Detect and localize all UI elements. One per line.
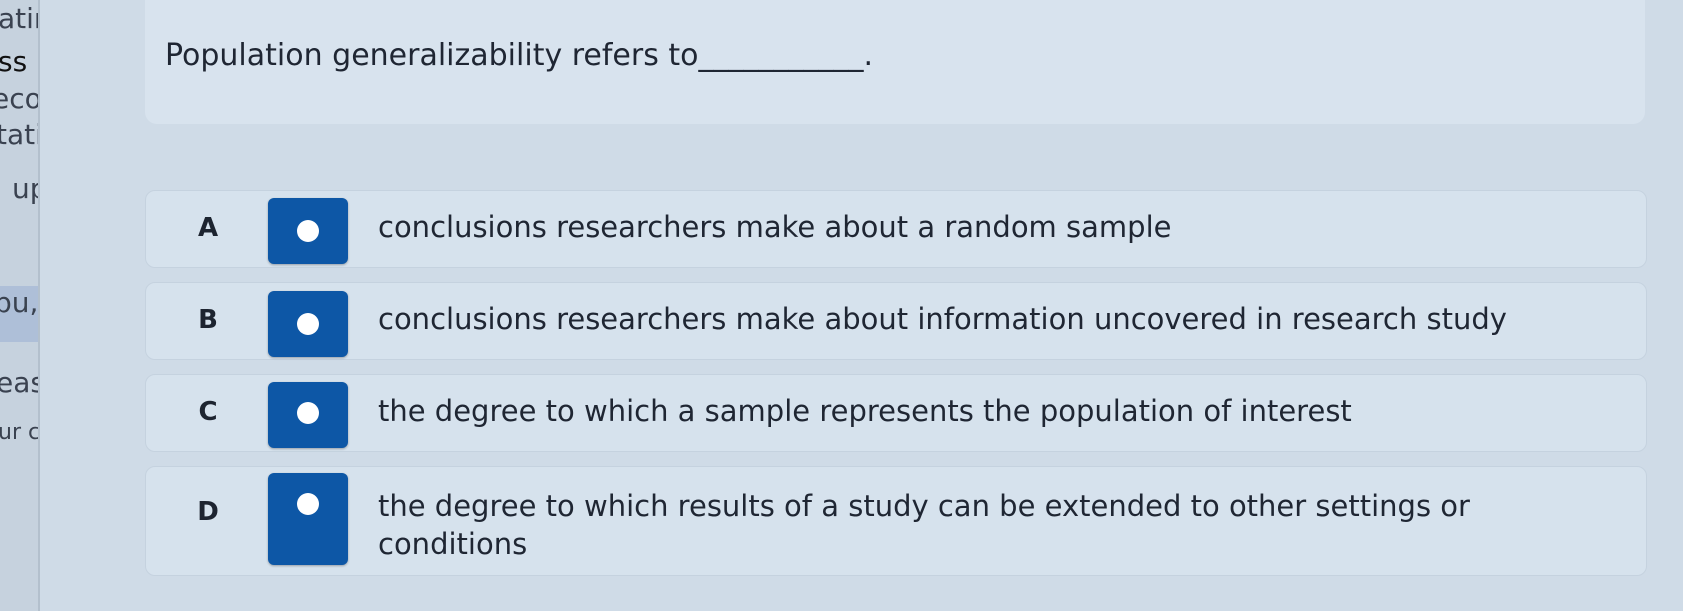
choice-a[interactable]: A conclusions researchers make about a r… [145,190,1647,268]
radio-dot-icon [297,220,319,242]
choice-text: the degree to which results of a study c… [378,489,1470,561]
sidebar-fragment: tati [0,118,38,151]
choice-text: the degree to which a sample represents … [378,394,1352,428]
sidebar-fragment: eco [0,82,40,115]
choice-c[interactable]: C the degree to which a sample represent… [145,374,1647,452]
sidebar-fragment: pu, [0,286,39,319]
radio-button-d[interactable] [268,473,348,565]
question-panel: Population generalizability refers to___… [145,0,1645,124]
radio-dot-icon [297,313,319,335]
choice-text: conclusions researchers make about infor… [378,302,1507,336]
choice-b[interactable]: B conclusions researchers make about inf… [145,282,1647,360]
choice-letter: D [197,497,219,527]
choice-letter: C [198,397,218,427]
radio-dot-icon [297,402,319,424]
sidebar-fragment: ss [0,45,28,78]
sidebar-fragment: eas [0,366,38,399]
sidebar-fragment: up [12,172,38,205]
radio-button-c[interactable] [268,382,348,448]
left-sidebar: atin ss eco tati up pu, eas ur c [0,0,40,611]
radio-button-b[interactable] [268,291,348,357]
choice-d[interactable]: D the degree to which results of a study… [145,466,1647,576]
radio-dot-icon [297,493,319,515]
sidebar-fragment: ur c [0,420,40,445]
sidebar-fragment: atin [0,2,38,35]
question-text: Population generalizability refers to___… [165,38,874,73]
choice-letter: A [197,213,219,243]
radio-button-a[interactable] [268,198,348,264]
choice-text: conclusions researchers make about a ran… [378,210,1172,244]
choice-letter: B [198,305,218,335]
